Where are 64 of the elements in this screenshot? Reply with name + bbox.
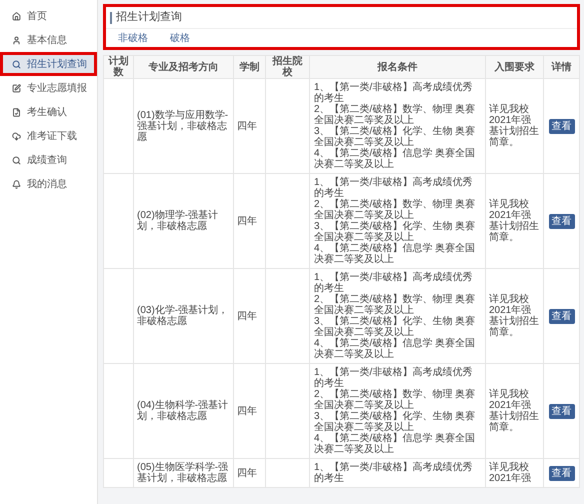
document-check-icon (12, 108, 21, 116)
condition-text: 1、【第一类/非破格】高考成绩优秀的考生 (314, 272, 472, 294)
table-cell: 详见我校2021年强基计划招生简章。 (486, 268, 544, 364)
condition-text: 1、【第一类/非破格】高考成绩优秀的考生 (314, 462, 474, 484)
condition-text: 2、【第二类/破格】数学、物理 奥赛全国决赛二等奖及以上 (314, 389, 476, 411)
table-cell (104, 458, 134, 488)
table-cell: 四年 (234, 458, 266, 488)
condition-text: 4、【第二类/破格】信息学 奥赛全国决赛二等奖及以上 (314, 148, 476, 170)
cloud-download-icon (12, 132, 21, 140)
search-icon (12, 156, 21, 164)
view-button[interactable]: 查看 (548, 214, 574, 228)
condition-text: 2、【第二类/破格】数学、物理 奥赛全国决赛二等奖及以上 (314, 199, 476, 221)
table-cell: (03)化学-强基计划，非破格志愿 (134, 268, 234, 364)
condition-text: 1、【第一类/非破格】高考成绩优秀的考生 (314, 177, 472, 199)
table-cell: 四年 (234, 174, 266, 268)
column-header: 招生院校 (266, 56, 310, 78)
bell-icon (12, 180, 21, 188)
condition-text: 3、【第二类/破格】化学、生物 奥赛全国决赛二等奖及以上 (314, 316, 476, 338)
table-cell: (05)生物医学科学-强基计划，非破格志愿 (134, 458, 234, 488)
table-cell: 详见我校2021年强基计划招生简章。 (486, 174, 544, 268)
condition-text: 3、【第二类/破格】化学、生物 奥赛全国决赛二等奖及以上 (314, 126, 476, 148)
sidebar-item[interactable]: 考生确认 (0, 100, 97, 124)
view-button[interactable]: 查看 (548, 466, 574, 480)
condition-text: 4、【第二类/破格】信息学 奥赛全国决赛二等奖及以上 (314, 433, 476, 455)
table-cell: 四年 (234, 268, 266, 364)
home-icon (12, 12, 21, 20)
sidebar-item[interactable]: 我的消息 (0, 172, 97, 196)
view-button[interactable]: 查看 (548, 404, 574, 418)
sidebar-item[interactable]: 招生计划查询 (0, 52, 97, 76)
table-cell: 详见我校2021年强基计划招生简章。 (486, 364, 544, 458)
column-header: 专业及招考方向 (134, 56, 234, 78)
column-header: 学制 (234, 56, 266, 78)
condition-text: 1、【第一类/非破格】高考成绩优秀的考生 (314, 367, 472, 389)
column-header: 入围要求 (486, 56, 544, 78)
table-cell: (04)生物科学-强基计划，非破格志愿 (134, 364, 234, 458)
column-header: 详情 (544, 56, 580, 78)
tab[interactable]: 破格 (170, 30, 190, 46)
table-cell: 四年 (234, 364, 266, 458)
sidebar-item[interactable]: 基本信息 (0, 28, 97, 52)
condition-text: 2、【第二类/破格】数学、物理 奥赛全国决赛二等奖及以上 (314, 294, 476, 316)
condition-text: 2、【第二类/破格】数学、物理 奥赛全国决赛二等奖及以上 (314, 104, 476, 126)
condition-text: 3、【第二类/破格】化学、生物 奥赛全国决赛二等奖及以上 (314, 411, 476, 433)
condition-text: 4、【第二类/破格】信息学 奥赛全国决赛二等奖及以上 (314, 338, 476, 360)
edit-icon (12, 84, 21, 92)
table-cell: 四年 (234, 78, 266, 174)
table-cell: 详见我校2021年强 (486, 458, 544, 488)
sidebar-item[interactable]: 首页 (0, 4, 97, 28)
condition-text: 3、【第二类/破格】化学、生物 奥赛全国决赛二等奖及以上 (314, 221, 476, 243)
table-cell: (02)物理学-强基计划，非破格志愿 (134, 174, 234, 268)
sidebar-item[interactable]: 准考证下载 (0, 124, 97, 148)
table-cell: 详见我校2021年强基计划招生简章。 (486, 78, 544, 174)
search-icon (12, 60, 21, 68)
tab[interactable]: 非破格 (118, 30, 148, 46)
user-icon (12, 36, 21, 44)
view-button[interactable]: 查看 (548, 118, 574, 134)
view-button[interactable]: 查看 (548, 308, 574, 324)
sidebar-item[interactable]: 专业志愿填报 (0, 76, 97, 100)
condition-text: 1、【第一类/非破格】高考成绩优秀的考生 (314, 82, 472, 104)
page-title: 招生计划查询 (116, 10, 182, 26)
column-header: 报名条件 (310, 56, 486, 78)
table-cell: (01)数学与应用数学-强基计划，非破格志愿 (134, 78, 234, 174)
column-header: 计划数 (104, 56, 134, 78)
condition-text: 4、【第二类/破格】信息学 奥赛全国决赛二等奖及以上 (314, 243, 476, 265)
sidebar-item[interactable]: 成绩查询 (0, 148, 97, 172)
